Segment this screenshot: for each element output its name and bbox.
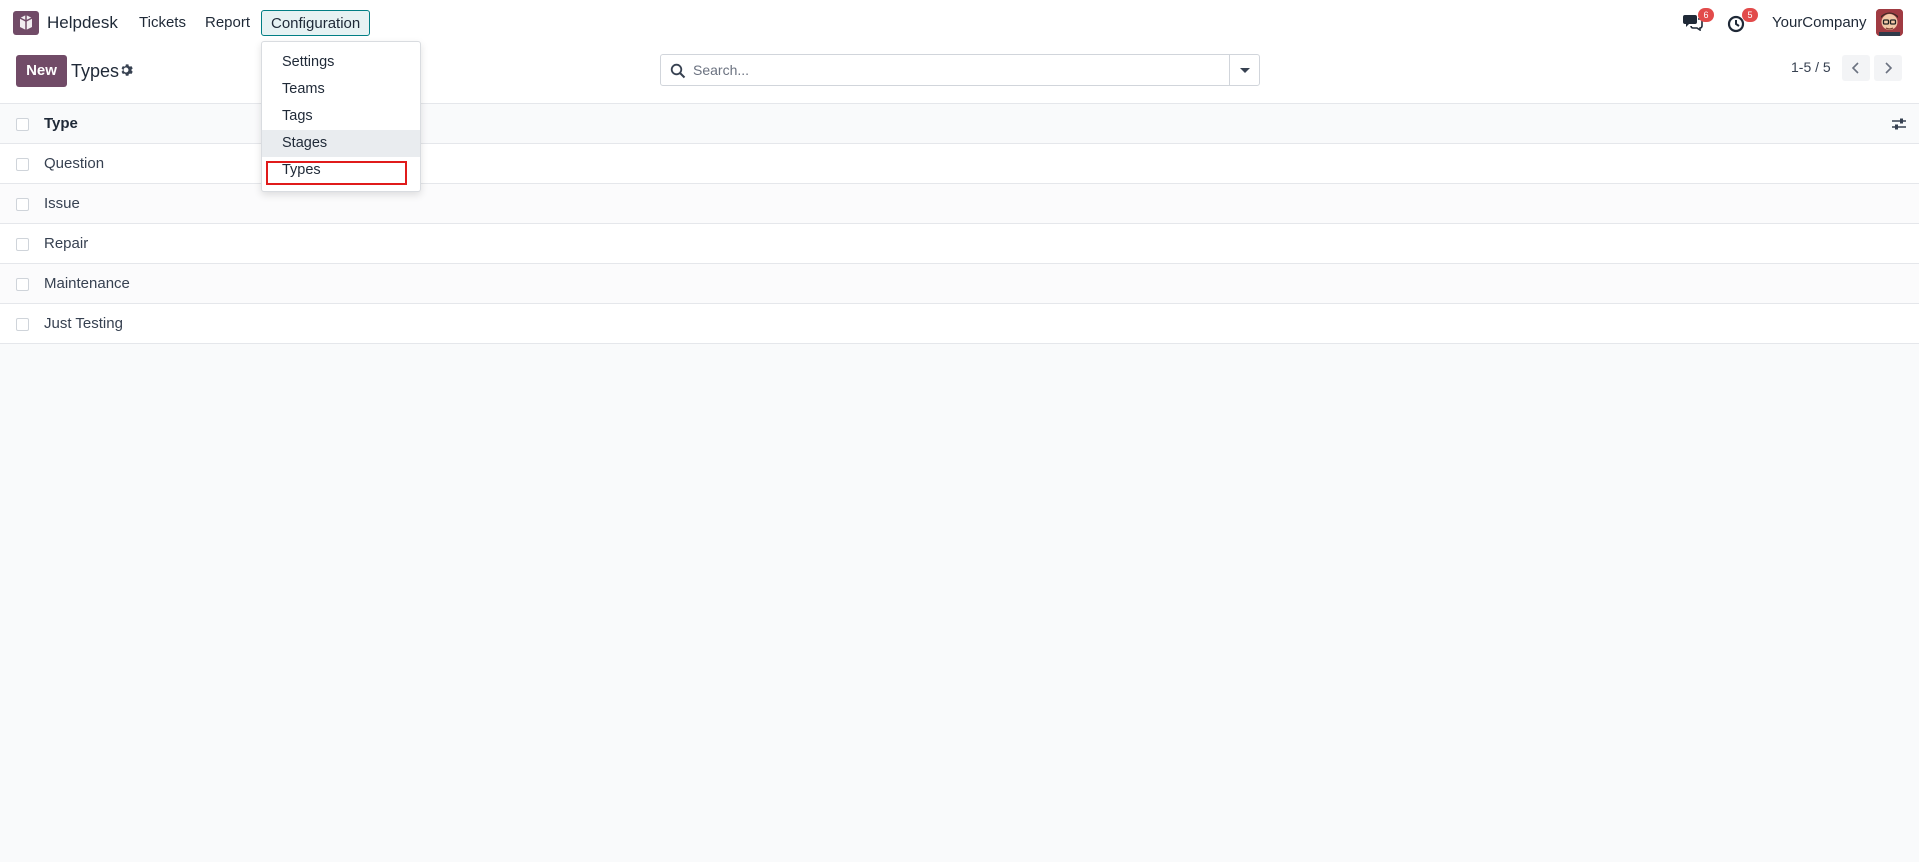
pager-value[interactable]: 1-5 / 5 bbox=[1791, 59, 1831, 75]
row-checkbox[interactable] bbox=[16, 318, 29, 331]
type-name-cell: Just Testing bbox=[44, 315, 123, 332]
activities-button[interactable]: 5 bbox=[1727, 8, 1758, 33]
table-row[interactable]: Just Testing bbox=[0, 304, 1919, 344]
type-name-cell: Maintenance bbox=[44, 275, 130, 292]
caret-down-icon bbox=[1239, 67, 1250, 73]
messages-button[interactable]: 6 bbox=[1683, 8, 1714, 33]
pager-next-button[interactable] bbox=[1874, 55, 1902, 81]
new-button[interactable]: New bbox=[16, 55, 67, 87]
pager-previous-button[interactable] bbox=[1842, 55, 1870, 81]
user-face-icon bbox=[1876, 9, 1903, 36]
select-all-checkbox[interactable] bbox=[16, 118, 29, 131]
menu-tickets[interactable]: Tickets bbox=[139, 14, 186, 31]
row-checkbox[interactable] bbox=[16, 198, 29, 211]
chevron-right-icon bbox=[1885, 62, 1893, 74]
menu-item-teams[interactable]: Teams bbox=[262, 76, 420, 103]
highlight-box bbox=[266, 161, 407, 185]
menu-configuration[interactable]: Configuration bbox=[261, 10, 371, 36]
company-switcher[interactable]: YourCompany bbox=[1772, 14, 1867, 31]
table-row[interactable]: Maintenance bbox=[0, 264, 1919, 304]
app-name[interactable]: Helpdesk bbox=[47, 13, 118, 33]
menu-report[interactable]: Report bbox=[205, 14, 250, 31]
search-bar bbox=[660, 54, 1260, 86]
type-name-cell: Issue bbox=[44, 195, 80, 212]
type-name-cell: Repair bbox=[44, 235, 89, 252]
configuration-dropdown: Settings Teams Tags Stages Types bbox=[261, 41, 421, 192]
menu-item-stages[interactable]: Stages bbox=[262, 130, 420, 157]
row-checkbox[interactable] bbox=[16, 238, 29, 251]
messages-badge: 6 bbox=[1698, 8, 1714, 22]
type-name-cell: Question bbox=[44, 155, 105, 172]
search-input[interactable] bbox=[693, 55, 1223, 85]
search-options-toggle[interactable] bbox=[1229, 55, 1259, 85]
page-title: Types bbox=[71, 61, 120, 81]
helpdesk-app-icon[interactable] bbox=[13, 11, 39, 35]
optional-columns-icon[interactable] bbox=[1891, 117, 1907, 131]
search-icon bbox=[670, 63, 686, 79]
gear-icon[interactable] bbox=[119, 63, 133, 77]
table-row[interactable]: Repair bbox=[0, 224, 1919, 264]
top-navbar: Helpdesk Tickets Report Configuration 6 … bbox=[0, 0, 1919, 46]
menu-item-settings[interactable]: Settings bbox=[262, 49, 420, 76]
activities-badge: 5 bbox=[1742, 8, 1758, 22]
user-avatar[interactable] bbox=[1876, 9, 1903, 36]
menu-item-tags[interactable]: Tags bbox=[262, 103, 420, 130]
chevron-left-icon bbox=[1851, 62, 1859, 74]
row-checkbox[interactable] bbox=[16, 278, 29, 291]
row-checkbox[interactable] bbox=[16, 158, 29, 171]
column-header-type[interactable]: Type bbox=[44, 115, 78, 132]
